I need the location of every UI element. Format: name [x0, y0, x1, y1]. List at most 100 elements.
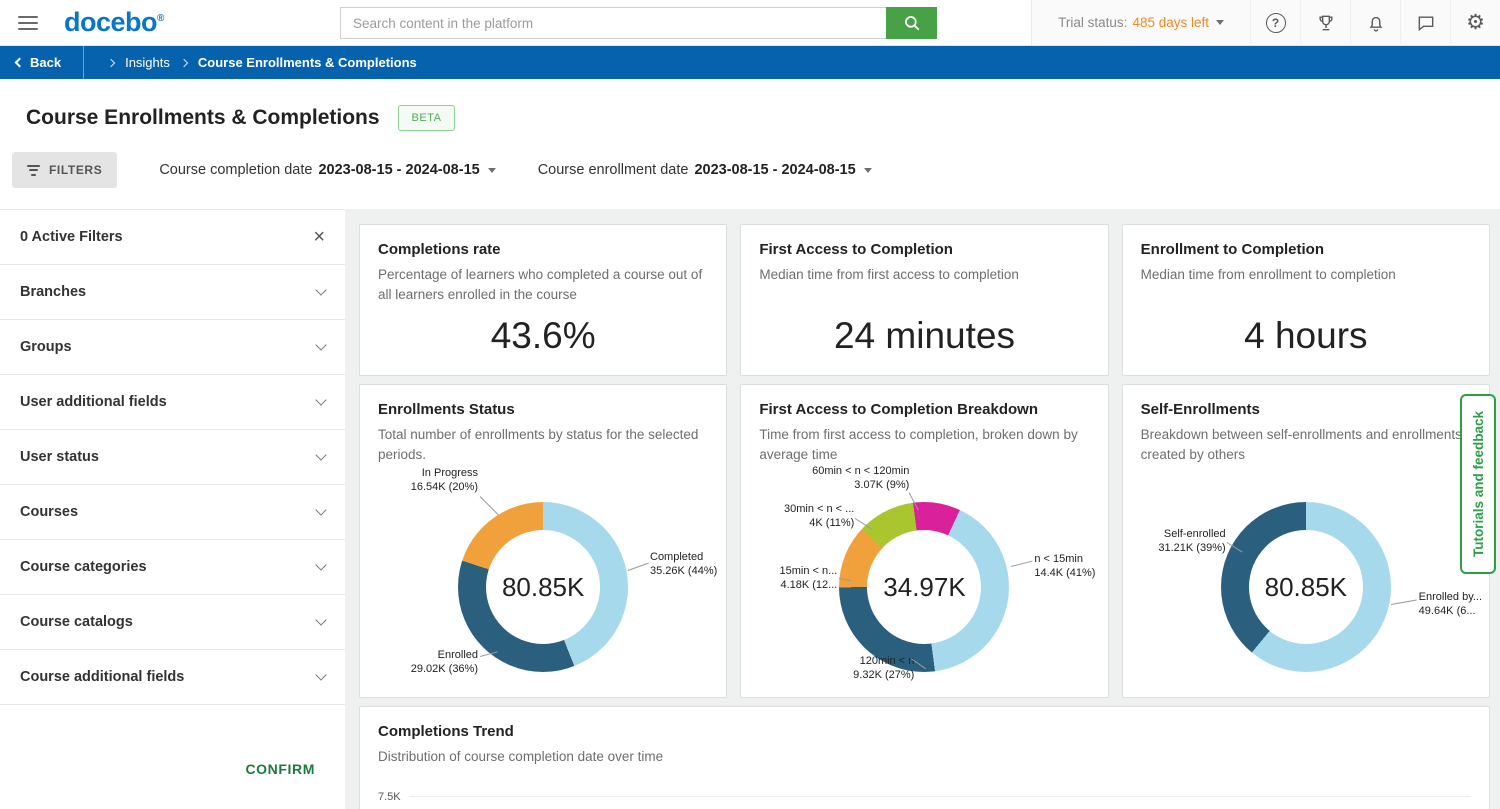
first-access-breakdown-donut[interactable]: 34.97K: [839, 502, 1009, 672]
segment-label-30min: 30min < n < ... 4K (11%): [759, 502, 854, 531]
beta-badge: BETA: [398, 105, 456, 131]
card-description: Distribution of course completion date o…: [378, 747, 1471, 767]
topbar-right-section: Trial status: 485 days left ? ⚙: [1031, 0, 1500, 45]
first-access-to-completion-card: First Access to Completion Median time f…: [740, 224, 1108, 376]
search-input[interactable]: [340, 7, 886, 39]
sidebar-item-course-catalogs[interactable]: Course catalogs: [0, 595, 345, 650]
bell-icon: [1366, 13, 1386, 33]
donut-chart-area: 80.85K In Progress 16.54K (20%) Complete…: [378, 472, 708, 702]
self-enrollments-donut[interactable]: 80.85K: [1221, 502, 1391, 672]
tutorials-feedback-label: Tutorials and feedback: [1471, 411, 1486, 557]
active-filters-row: 0 Active Filters ×: [0, 210, 345, 265]
close-icon[interactable]: ×: [313, 226, 325, 249]
completion-date-filter[interactable]: Course completion date 2023-08-15 - 2024…: [159, 162, 495, 178]
gridline: [409, 796, 1471, 797]
segment-label-completed: Completed 35.26K (44%): [650, 550, 730, 579]
card-title: Enrollments Status: [378, 401, 708, 418]
card-description: Breakdown between self-enrollments and e…: [1141, 425, 1471, 464]
chevron-down-icon: [315, 614, 326, 625]
card-title: Enrollment to Completion: [1141, 241, 1471, 258]
first-access-value: 24 minutes: [741, 315, 1107, 357]
notifications-button[interactable]: [1350, 0, 1400, 46]
messages-button[interactable]: [1400, 0, 1450, 46]
enrollment-completion-value: 4 hours: [1123, 315, 1489, 357]
chevron-down-icon: [315, 284, 326, 295]
chat-icon: [1416, 13, 1436, 33]
enrollment-date-filter[interactable]: Course enrollment date 2023-08-15 - 2024…: [538, 162, 872, 178]
gamification-button[interactable]: [1300, 0, 1350, 46]
enrollments-status-card: Enrollments Status Total number of enrol…: [359, 384, 727, 698]
enrollments-status-donut[interactable]: 80.85K: [458, 502, 628, 672]
dashboard-main: Completions rate Percentage of learners …: [345, 209, 1500, 809]
card-description: Median time from enrollment to completio…: [1141, 265, 1471, 285]
page-title: Course Enrollments & Completions: [26, 106, 380, 130]
settings-button[interactable]: ⚙: [1450, 0, 1500, 46]
breadcrumb: Insights Course Enrollments & Completion…: [108, 55, 417, 70]
chevron-down-icon: [315, 394, 326, 405]
trial-days-left: 485 days left: [1132, 15, 1209, 30]
leader-line: [628, 563, 649, 571]
back-label: Back: [30, 55, 61, 70]
sidebar-item-user-status[interactable]: User status: [0, 430, 345, 485]
help-icon: ?: [1266, 13, 1286, 33]
leader-line: [1011, 561, 1033, 567]
segment-label-120min: 120min < n 9.32K (27%): [814, 654, 914, 683]
chevron-down-icon: [315, 339, 326, 350]
registered-mark: ®: [157, 13, 164, 24]
self-enrollments-card: Self-Enrollments Breakdown between self-…: [1122, 384, 1490, 698]
back-button[interactable]: Back: [0, 46, 84, 79]
tutorials-feedback-button[interactable]: Tutorials and feedback: [1460, 394, 1496, 574]
trophy-icon: [1316, 13, 1336, 33]
segment-label-under-15min: n < 15min 14.4K (41%): [1034, 552, 1106, 581]
segment-label-15min: 15min < n... 4.18K (12...: [759, 564, 837, 593]
completions-trend-card: Completions Trend Distribution of course…: [359, 706, 1490, 809]
enrollment-date-value: 2023-08-15 - 2024-08-15: [694, 162, 855, 178]
sidebar-item-groups[interactable]: Groups: [0, 320, 345, 375]
chevron-down-icon: [315, 449, 326, 460]
leader-line: [1391, 600, 1417, 605]
sidebar-item-course-additional-fields[interactable]: Course additional fields: [0, 650, 345, 705]
docebo-logo[interactable]: docebo®: [64, 7, 164, 38]
enrollment-to-completion-card: Enrollment to Completion Median time fro…: [1122, 224, 1490, 376]
breadcrumb-current: Course Enrollments & Completions: [198, 55, 417, 70]
sidebar-item-user-additional-fields[interactable]: User additional fields: [0, 375, 345, 430]
page-header: Course Enrollments & Completions BETA FI…: [0, 79, 1500, 209]
sidebar-item-courses[interactable]: Courses: [0, 485, 345, 540]
filters-button-label: FILTERS: [49, 163, 102, 177]
first-access-breakdown-card: First Access to Completion Breakdown Tim…: [740, 384, 1108, 698]
completions-rate-value: 43.6%: [360, 315, 726, 357]
help-button[interactable]: ?: [1250, 0, 1300, 46]
completion-date-label: Course completion date: [159, 162, 312, 178]
segment-label-60-120min: 60min < n < 120min 3.07K (9%): [779, 464, 909, 493]
sidebar-item-branches[interactable]: Branches: [0, 265, 345, 320]
chevron-down-icon: [315, 669, 326, 680]
confirm-button[interactable]: CONFIRM: [245, 761, 315, 777]
donut-total: 80.85K: [502, 572, 584, 603]
chevron-left-icon: [15, 58, 25, 68]
menu-icon[interactable]: [18, 12, 38, 34]
y-axis-tick: 7.5K: [378, 791, 401, 803]
sidebar-item-course-categories[interactable]: Course categories: [0, 540, 345, 595]
chevron-down-icon: [488, 168, 496, 173]
top-bar: docebo® Trial status: 485 days left ? ⚙: [0, 0, 1500, 46]
breadcrumb-insights[interactable]: Insights: [125, 55, 170, 70]
chevron-right-icon: [107, 58, 115, 66]
card-description: Percentage of learners who completed a c…: [378, 265, 708, 304]
card-title: First Access to Completion: [759, 241, 1089, 258]
card-description: Total number of enrollments by status fo…: [378, 425, 708, 464]
segment-label-enrolled: Enrolled 29.02K (36%): [388, 648, 478, 677]
segment-label-self-enrolled: Self-enrolled 31.21K (39%): [1141, 527, 1226, 556]
chevron-down-icon: [315, 559, 326, 570]
card-description: Median time from first access to complet…: [759, 265, 1089, 285]
active-filters-count: 0 Active Filters: [20, 229, 123, 245]
filters-bar: FILTERS Course completion date 2023-08-1…: [12, 152, 1500, 188]
search-button[interactable]: [886, 7, 937, 39]
completion-date-value: 2023-08-15 - 2024-08-15: [318, 162, 479, 178]
donut-chart-area: 34.97K 60min < n < 120min 3.07K (9%) 30m…: [759, 472, 1089, 702]
chevron-down-icon: [1216, 20, 1224, 25]
card-title: Self-Enrollments: [1141, 401, 1471, 418]
gear-icon: ⚙: [1466, 12, 1485, 33]
breadcrumb-bar: Back Insights Course Enrollments & Compl…: [0, 46, 1500, 79]
filters-button[interactable]: FILTERS: [12, 152, 117, 188]
trial-status-dropdown[interactable]: Trial status: 485 days left: [1032, 15, 1250, 30]
